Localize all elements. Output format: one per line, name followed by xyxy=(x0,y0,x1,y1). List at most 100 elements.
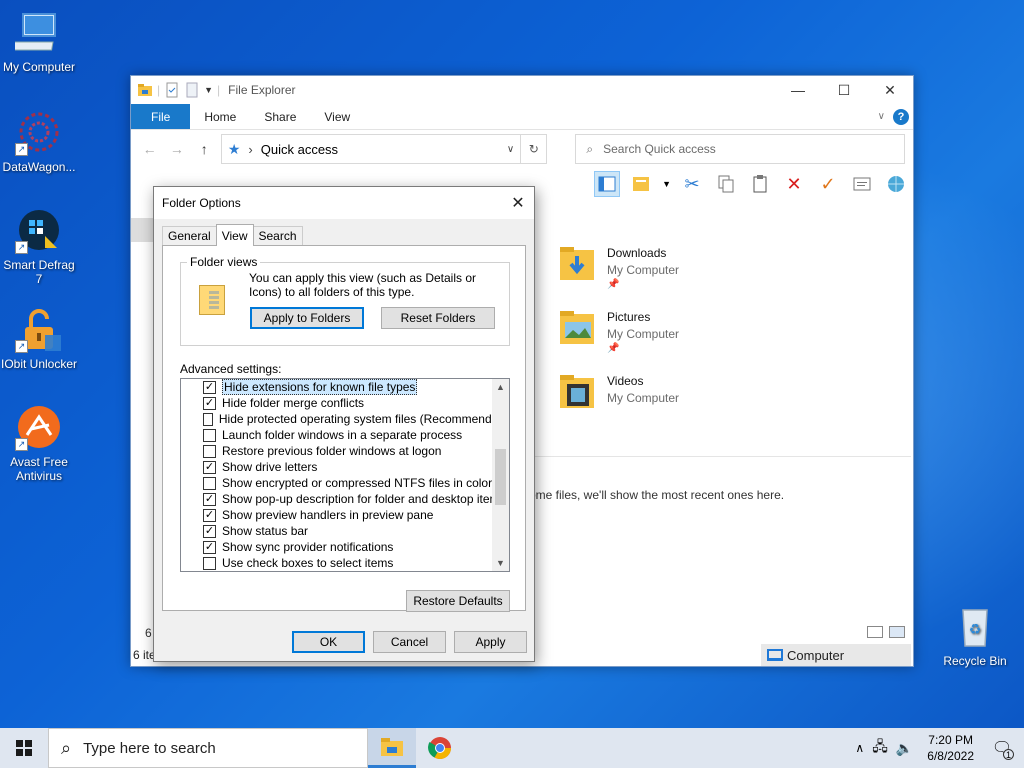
taskbar-search-input[interactable]: ⌕ Type here to search xyxy=(48,728,368,768)
reset-folders-button[interactable]: Reset Folders xyxy=(381,307,495,329)
folder-text: Videos My Computer xyxy=(607,372,679,412)
checkbox-checked[interactable]: ✓ xyxy=(203,460,216,474)
refresh-icon: ↻ xyxy=(528,142,539,156)
advanced-settings-list[interactable]: ✓ Hide extensions for known file types ✓ Hi… xyxy=(180,378,510,572)
scroll-down-arrow-icon[interactable]: ▼ xyxy=(492,555,509,571)
desktop-icon-iobit-unlocker[interactable]: ↗ IObit Unlocker xyxy=(0,305,78,371)
advanced-setting-row[interactable]: Use check boxes to select items xyxy=(181,555,509,571)
up-arrow-icon[interactable]: ↑ xyxy=(194,141,215,157)
list-item[interactable]: Pictures My Computer 📌 xyxy=(559,308,679,354)
checkbox-checked[interactable]: ✓ xyxy=(203,380,216,394)
properties-card-icon[interactable] xyxy=(849,171,875,197)
forward-arrow-icon[interactable]: → xyxy=(166,141,187,157)
desktop-icon-smart-defrag[interactable]: ↗ Smart Defrag 7 xyxy=(0,206,78,286)
tab-general[interactable]: General xyxy=(162,226,217,245)
desktop-icon-label: DataWagon... xyxy=(2,160,76,174)
restore-defaults-button[interactable]: Restore Defaults xyxy=(406,590,510,612)
scrollbar-thumb[interactable] xyxy=(495,449,506,505)
checkbox-checked[interactable]: ✓ xyxy=(203,396,216,410)
desktop-icon-datawagon[interactable]: ↗ DataWagon... xyxy=(0,108,78,174)
paste-icon[interactable] xyxy=(747,171,773,197)
checkbox-unchecked[interactable] xyxy=(203,428,216,442)
advanced-setting-row[interactable]: ✓ Show sync provider notifications xyxy=(181,539,509,555)
tab-view[interactable]: View xyxy=(310,104,364,129)
advanced-setting-row[interactable]: Launch folder windows in a separate proc… xyxy=(181,427,509,443)
layout-dropdown-chevron-icon[interactable]: ▼ xyxy=(662,179,671,189)
close-icon[interactable]: ✕ xyxy=(502,187,534,219)
breadcrumb-quick-access[interactable]: Quick access xyxy=(261,142,338,157)
checkbox-unchecked[interactable] xyxy=(203,412,213,426)
desktop-icon-avast[interactable]: ↗ Avast Free Antivirus xyxy=(0,403,78,483)
show-hidden-icons-chevron-icon[interactable]: ∧ xyxy=(855,741,864,755)
checkbox-checked[interactable]: ✓ xyxy=(203,492,216,506)
checkbox-unchecked[interactable] xyxy=(203,444,216,458)
checkbox-unchecked[interactable] xyxy=(203,476,216,490)
help-icon[interactable]: ? xyxy=(893,108,909,125)
advanced-setting-row[interactable]: ✓ Show drive letters xyxy=(181,459,509,475)
desktop-icon-recycle-bin[interactable]: ♻ Recycle Bin xyxy=(936,602,1014,668)
separator: | xyxy=(157,83,161,97)
checkbox-checked[interactable]: ✓ xyxy=(203,540,216,554)
tab-home[interactable]: Home xyxy=(190,104,250,129)
list-item[interactable]: Downloads My Computer 📌 xyxy=(559,244,679,290)
taskbar-file-explorer[interactable] xyxy=(368,728,416,768)
large-icons-view-icon[interactable] xyxy=(889,626,905,638)
network-icon[interactable]: 🖧 xyxy=(872,736,888,760)
scroll-up-arrow-icon[interactable]: ▲ xyxy=(492,379,509,395)
cut-icon[interactable]: ✂ xyxy=(679,171,705,197)
back-arrow-icon[interactable]: ← xyxy=(139,141,160,157)
cancel-button[interactable]: Cancel xyxy=(373,631,446,653)
address-dropdown-chevron-icon[interactable]: ∨ xyxy=(507,144,514,155)
delete-icon[interactable]: ✕ xyxy=(781,171,807,197)
expand-ribbon-chevron-icon[interactable]: ∨ xyxy=(878,111,885,122)
shortcut-arrow-icon: ↗ xyxy=(15,340,28,353)
taskbar-chrome[interactable] xyxy=(416,728,464,768)
volume-icon[interactable]: 🔈 xyxy=(896,740,913,757)
apply-button[interactable]: Apply xyxy=(454,631,527,653)
customize-toolbar-chevron-icon[interactable]: ▼ xyxy=(204,85,213,95)
copy-icon[interactable] xyxy=(713,171,739,197)
details-view-icon[interactable] xyxy=(867,626,883,638)
desktop-icon-my-computer[interactable]: My Computer xyxy=(0,8,78,74)
new-folder-icon[interactable] xyxy=(184,82,200,98)
desktop-icon-label: Recycle Bin xyxy=(943,654,1007,668)
tab-search[interactable]: Search xyxy=(252,226,303,245)
properties-icon[interactable] xyxy=(164,82,180,98)
tab-share[interactable]: Share xyxy=(250,104,310,129)
ok-button[interactable]: OK xyxy=(292,631,365,653)
address-input[interactable]: ★ › Quick access ∨ xyxy=(220,134,522,164)
tab-view[interactable]: View xyxy=(215,224,254,246)
list-item[interactable]: Videos My Computer xyxy=(559,372,679,412)
network-globe-icon[interactable] xyxy=(883,171,909,197)
action-center-button[interactable]: 🗨 1 xyxy=(988,734,1016,762)
advanced-setting-row[interactable]: ✓ Hide folder merge conflicts xyxy=(181,395,509,411)
maximize-icon[interactable]: ☐ xyxy=(821,76,867,104)
refresh-button[interactable]: ↻ xyxy=(520,134,548,164)
layout-icon[interactable] xyxy=(628,171,654,197)
folder-location: My Computer xyxy=(607,327,680,341)
folder-text: Pictures My Computer 📌 xyxy=(607,308,679,354)
rename-check-icon[interactable]: ✓ xyxy=(815,171,841,197)
advanced-setting-row[interactable]: ✓ Show pop-up description for folder and … xyxy=(181,491,509,507)
window-title: File Explorer xyxy=(228,83,296,97)
advanced-setting-row[interactable]: Hide protected operating system files (R… xyxy=(181,411,509,427)
tab-file[interactable]: File xyxy=(131,104,191,129)
checkbox-checked[interactable]: ✓ xyxy=(203,524,216,538)
checkbox-unchecked[interactable] xyxy=(203,556,216,570)
advanced-setting-row[interactable]: ✓ Show preview handlers in preview pane xyxy=(181,507,509,523)
advanced-setting-row[interactable]: ✓ Hide extensions for known file types xyxy=(181,379,509,395)
advanced-setting-row[interactable]: Restore previous folder windows at logon xyxy=(181,443,509,459)
checkbox-checked[interactable]: ✓ xyxy=(203,508,216,522)
close-icon[interactable]: ✕ xyxy=(867,76,913,104)
advanced-setting-row[interactable]: ✓ Show status bar xyxy=(181,523,509,539)
breadcrumb-chevron-icon[interactable]: › xyxy=(248,142,252,157)
clock[interactable]: 7:20 PM 6/8/2022 xyxy=(921,732,980,764)
start-button[interactable] xyxy=(0,728,48,768)
minimize-icon[interactable]: — xyxy=(775,76,821,104)
apply-to-folders-button[interactable]: Apply to Folders xyxy=(250,307,364,329)
advanced-setting-row[interactable]: Show encrypted or compressed NTFS files … xyxy=(181,475,509,491)
pin-icon: 📌 xyxy=(607,279,620,290)
scrollbar[interactable]: ▲ ▼ xyxy=(492,379,509,571)
search-input[interactable]: ⌕ Search Quick access xyxy=(575,134,905,164)
navigation-pane-icon[interactable] xyxy=(594,171,621,197)
